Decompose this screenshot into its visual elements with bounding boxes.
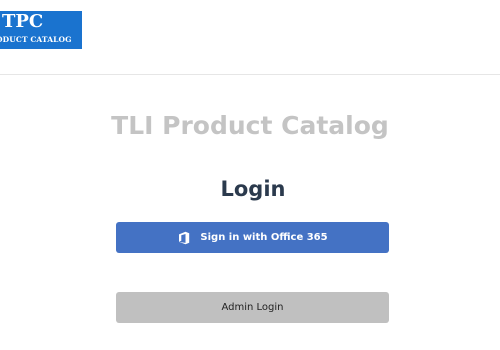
office365-signin-label: Sign in with Office 365 — [200, 232, 328, 243]
admin-login-label: Admin Login — [221, 302, 284, 313]
office-365-icon — [177, 231, 191, 245]
logo[interactable]: TPC ODUCT CATALOG — [0, 11, 82, 49]
logo-title: TPC — [2, 11, 44, 32]
login-heading: Login — [220, 177, 286, 201]
logo-subtitle: ODUCT CATALOG — [0, 35, 72, 44]
app-title: TLI Product Catalog — [111, 111, 389, 140]
header: TPC ODUCT CATALOG — [0, 0, 500, 75]
admin-login-button[interactable]: Admin Login — [116, 292, 389, 323]
office365-signin-button[interactable]: Sign in with Office 365 — [116, 222, 389, 253]
